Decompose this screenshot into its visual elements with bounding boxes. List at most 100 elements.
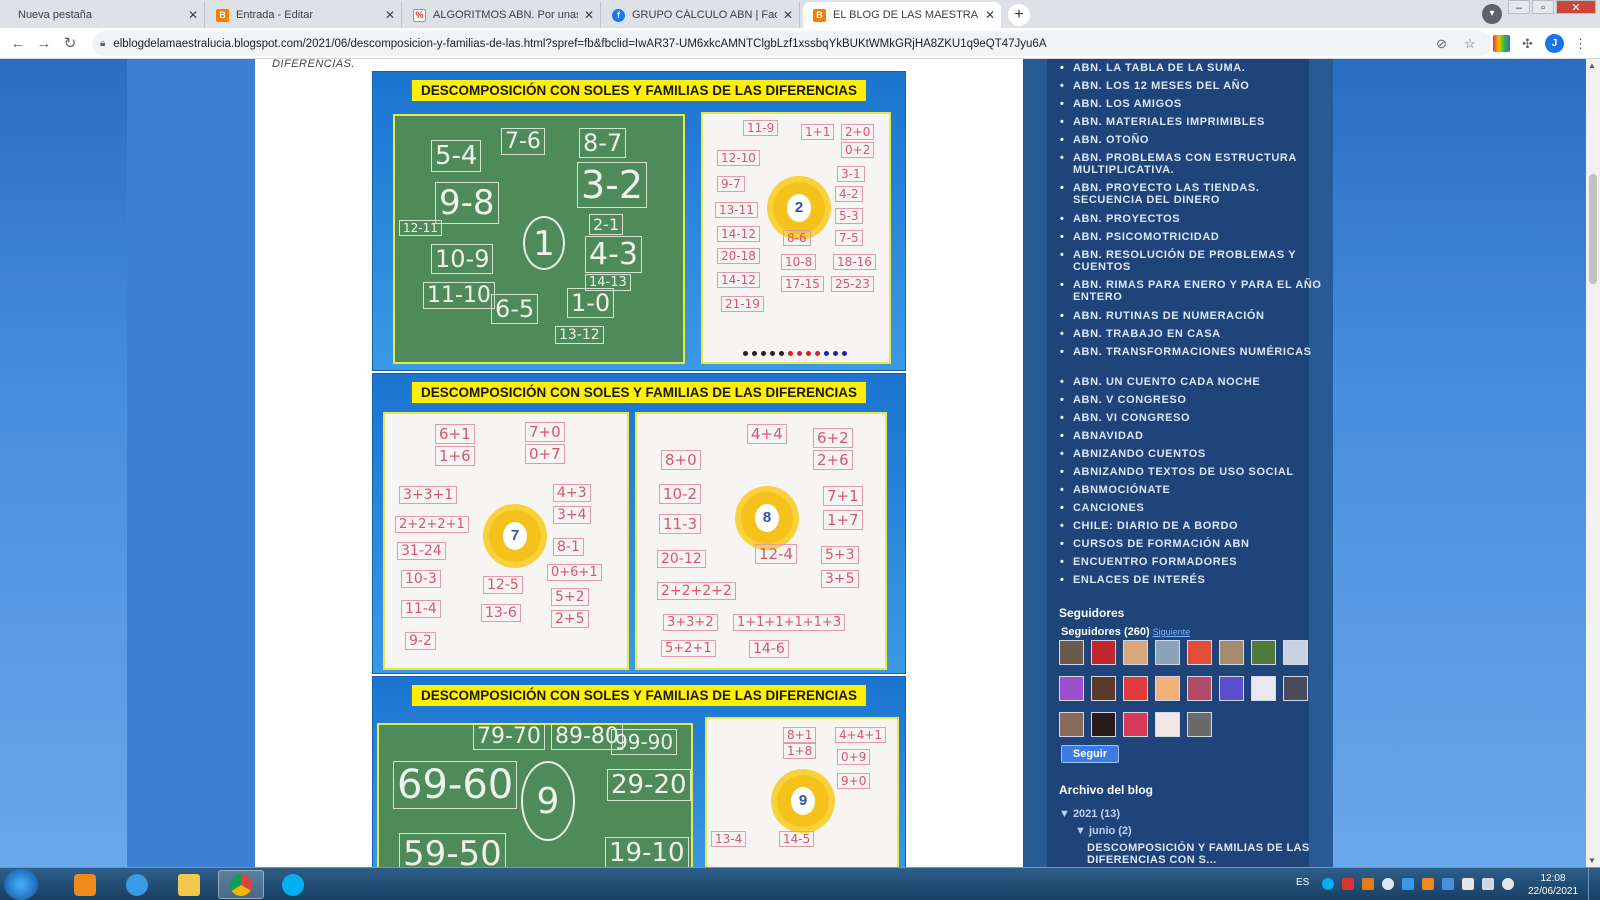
follower-avatar[interactable] bbox=[1091, 676, 1116, 701]
update-tray-icon[interactable] bbox=[1422, 878, 1434, 890]
label-link[interactable]: ABN. VI CONGRESO bbox=[1060, 412, 1323, 424]
post-image-1[interactable]: DESCOMPOSICIÓN CON SOLES Y FAMILIAS DE L… bbox=[372, 71, 906, 371]
reload-icon[interactable]: ↻ bbox=[60, 34, 80, 54]
label-link[interactable]: ABN. TRABAJO EN CASA bbox=[1060, 328, 1323, 340]
follower-avatar[interactable] bbox=[1219, 676, 1244, 701]
display-tray-icon[interactable] bbox=[1442, 878, 1454, 890]
url-text[interactable]: elblogdelamaestralucia.blogspot.com/2021… bbox=[113, 38, 1413, 50]
follower-avatar[interactable] bbox=[1283, 640, 1308, 665]
label-link[interactable]: ABN. V CONGRESO bbox=[1060, 394, 1323, 406]
label-link[interactable]: ENLACES DE INTERÉS bbox=[1060, 574, 1323, 586]
follower-avatar[interactable] bbox=[1123, 712, 1148, 737]
label-link[interactable]: ABNMOCIÓNATE bbox=[1060, 484, 1323, 496]
close-window-button[interactable]: ✕ bbox=[1556, 0, 1596, 14]
tab-search-icon[interactable]: ▾ bbox=[1482, 4, 1502, 24]
new-tab-button[interactable]: + bbox=[1008, 4, 1030, 26]
start-button[interactable] bbox=[4, 869, 38, 900]
label-link[interactable]: CHILE: DIARIO DE A BORDO bbox=[1060, 520, 1323, 532]
follower-avatar[interactable] bbox=[1059, 676, 1084, 701]
label-link[interactable]: ABN. PROYECTOS bbox=[1060, 213, 1323, 225]
app-tray-icon[interactable] bbox=[1362, 878, 1374, 890]
internet-explorer-icon[interactable] bbox=[114, 870, 160, 899]
show-desktop-button[interactable] bbox=[1588, 868, 1600, 900]
label-link[interactable]: ABN. RUTINAS DE NUMERACIÓN bbox=[1060, 310, 1323, 322]
label-link[interactable]: ABN. PROYECTO LAS TIENDAS. SECUENCIA DEL… bbox=[1060, 182, 1323, 206]
tab-blogger-editor[interactable]: B Entrada - Editar ✕ bbox=[206, 2, 402, 28]
label-link[interactable]: ABN. PROBLEMAS CON ESTRUCTURA MULTIPLICA… bbox=[1060, 152, 1323, 176]
follower-avatar[interactable] bbox=[1187, 676, 1212, 701]
follower-avatar[interactable] bbox=[1187, 712, 1212, 737]
skype-tray-icon[interactable] bbox=[1322, 878, 1334, 890]
followers-next-link[interactable]: Siguiente bbox=[1153, 627, 1191, 637]
archive-month-toggle[interactable]: ▼ junio (2) bbox=[1075, 825, 1132, 837]
scroll-thumb[interactable] bbox=[1589, 174, 1597, 284]
follower-avatar[interactable] bbox=[1091, 712, 1116, 737]
maximize-button[interactable]: ▫ bbox=[1532, 0, 1554, 14]
close-icon[interactable]: ✕ bbox=[188, 8, 198, 22]
post-image-2[interactable]: DESCOMPOSICIÓN CON SOLES Y FAMILIAS DE L… bbox=[372, 373, 906, 674]
chrome-icon[interactable] bbox=[218, 870, 264, 899]
label-link[interactable]: ABN. LOS AMIGOS bbox=[1060, 98, 1323, 110]
address-bar[interactable]: 🔒︎ elblogdelamaestralucia.blogspot.com/2… bbox=[92, 31, 1492, 56]
label-link[interactable]: ABN. LA TABLA DE LA SUMA. bbox=[1060, 62, 1323, 74]
file-explorer-icon[interactable] bbox=[166, 870, 212, 899]
follower-avatar[interactable] bbox=[1187, 640, 1212, 665]
back-icon[interactable]: ← bbox=[8, 34, 28, 54]
archive-post-link[interactable]: DESCOMPOSICIÓN Y FAMILIAS DE LAS DIFEREN… bbox=[1087, 842, 1317, 866]
close-icon[interactable]: ✕ bbox=[385, 8, 395, 22]
volume-icon[interactable] bbox=[1502, 878, 1514, 890]
cloud-tray-icon[interactable] bbox=[1382, 878, 1394, 890]
eye-off-icon[interactable]: ⊘ bbox=[1436, 36, 1447, 52]
label-link[interactable]: ABN. PSICOMOTRICIDAD bbox=[1060, 231, 1323, 243]
lock-icon[interactable]: 🔒︎ bbox=[100, 38, 105, 49]
label-link[interactable]: ABN. LOS 12 MESES DEL AÑO bbox=[1060, 80, 1323, 92]
tab-new-tab[interactable]: Nueva pestaña ✕ bbox=[8, 2, 205, 28]
media-player-icon[interactable] bbox=[62, 870, 108, 899]
follower-avatar[interactable] bbox=[1123, 676, 1148, 701]
follow-button[interactable]: Seguir bbox=[1061, 745, 1119, 763]
follower-avatar[interactable] bbox=[1091, 640, 1116, 665]
language-indicator[interactable]: ES bbox=[1296, 877, 1309, 888]
scroll-up-icon[interactable]: ▲ bbox=[1588, 61, 1596, 70]
label-link[interactable]: ABN. UN CUENTO CADA NOCHE bbox=[1060, 376, 1323, 388]
post-image-3[interactable]: DESCOMPOSICIÓN CON SOLES Y FAMILIAS DE L… bbox=[372, 676, 906, 867]
action-center-flag-icon[interactable] bbox=[1462, 878, 1474, 890]
skype-icon[interactable] bbox=[270, 870, 316, 899]
label-link[interactable]: ABN. OTOÑO bbox=[1060, 134, 1323, 146]
follower-avatar[interactable] bbox=[1059, 712, 1084, 737]
close-icon[interactable]: ✕ bbox=[783, 8, 793, 22]
antivirus-tray-icon[interactable] bbox=[1342, 878, 1354, 890]
scroll-down-icon[interactable]: ▼ bbox=[1588, 856, 1596, 865]
follower-avatar[interactable] bbox=[1251, 676, 1276, 701]
profile-avatar[interactable]: J bbox=[1545, 34, 1564, 53]
follower-avatar[interactable] bbox=[1155, 712, 1180, 737]
tab-grupo-calculo-abn[interactable]: f GRUPO CÁLCULO ABN | Facebo ✕ bbox=[602, 2, 800, 28]
network-drive-tray-icon[interactable] bbox=[1402, 878, 1414, 890]
follower-avatar[interactable] bbox=[1251, 640, 1276, 665]
follower-avatar[interactable] bbox=[1155, 640, 1180, 665]
follower-avatar[interactable] bbox=[1219, 640, 1244, 665]
tab-blog-maestras-lucia[interactable]: B EL BLOG DE LAS MAESTRAS LUC ✕ bbox=[803, 2, 1001, 28]
extension-colors-icon[interactable] bbox=[1493, 35, 1510, 52]
follower-avatar[interactable] bbox=[1059, 640, 1084, 665]
close-icon[interactable]: ✕ bbox=[985, 8, 995, 22]
menu-icon[interactable]: ⋮ bbox=[1572, 35, 1589, 52]
close-icon[interactable]: ✕ bbox=[584, 8, 594, 22]
label-link[interactable]: ABNIZANDO TEXTOS DE USO SOCIAL bbox=[1060, 466, 1323, 478]
page-scrollbar[interactable]: ▲ ▼ bbox=[1586, 59, 1600, 867]
label-link[interactable]: ABNAVIDAD bbox=[1060, 430, 1323, 442]
label-link[interactable]: ABN. TRANSFORMACIONES NUMÉRICAS bbox=[1060, 346, 1323, 358]
label-link[interactable]: ENCUENTRO FORMADORES bbox=[1060, 556, 1323, 568]
label-link[interactable]: CANCIONES bbox=[1060, 502, 1323, 514]
label-link[interactable]: ABNIZANDO CUENTOS bbox=[1060, 448, 1323, 460]
label-link[interactable]: ABN. RESOLUCIÓN DE PROBLEMAS Y CUENTOS bbox=[1060, 249, 1323, 273]
forward-icon[interactable]: → bbox=[34, 34, 54, 54]
follower-avatar[interactable] bbox=[1123, 640, 1148, 665]
tab-algoritmos-abn[interactable]: % ALGORITMOS ABN. Por unas ma ✕ bbox=[403, 2, 601, 28]
label-link[interactable]: CURSOS DE FORMACIÓN ABN bbox=[1060, 538, 1323, 550]
minimize-button[interactable]: – bbox=[1508, 0, 1530, 14]
star-icon[interactable]: ☆ bbox=[1464, 36, 1476, 52]
network-icon[interactable] bbox=[1482, 878, 1494, 890]
puzzle-icon[interactable]: ✣ bbox=[1519, 35, 1536, 52]
follower-avatar[interactable] bbox=[1283, 676, 1308, 701]
